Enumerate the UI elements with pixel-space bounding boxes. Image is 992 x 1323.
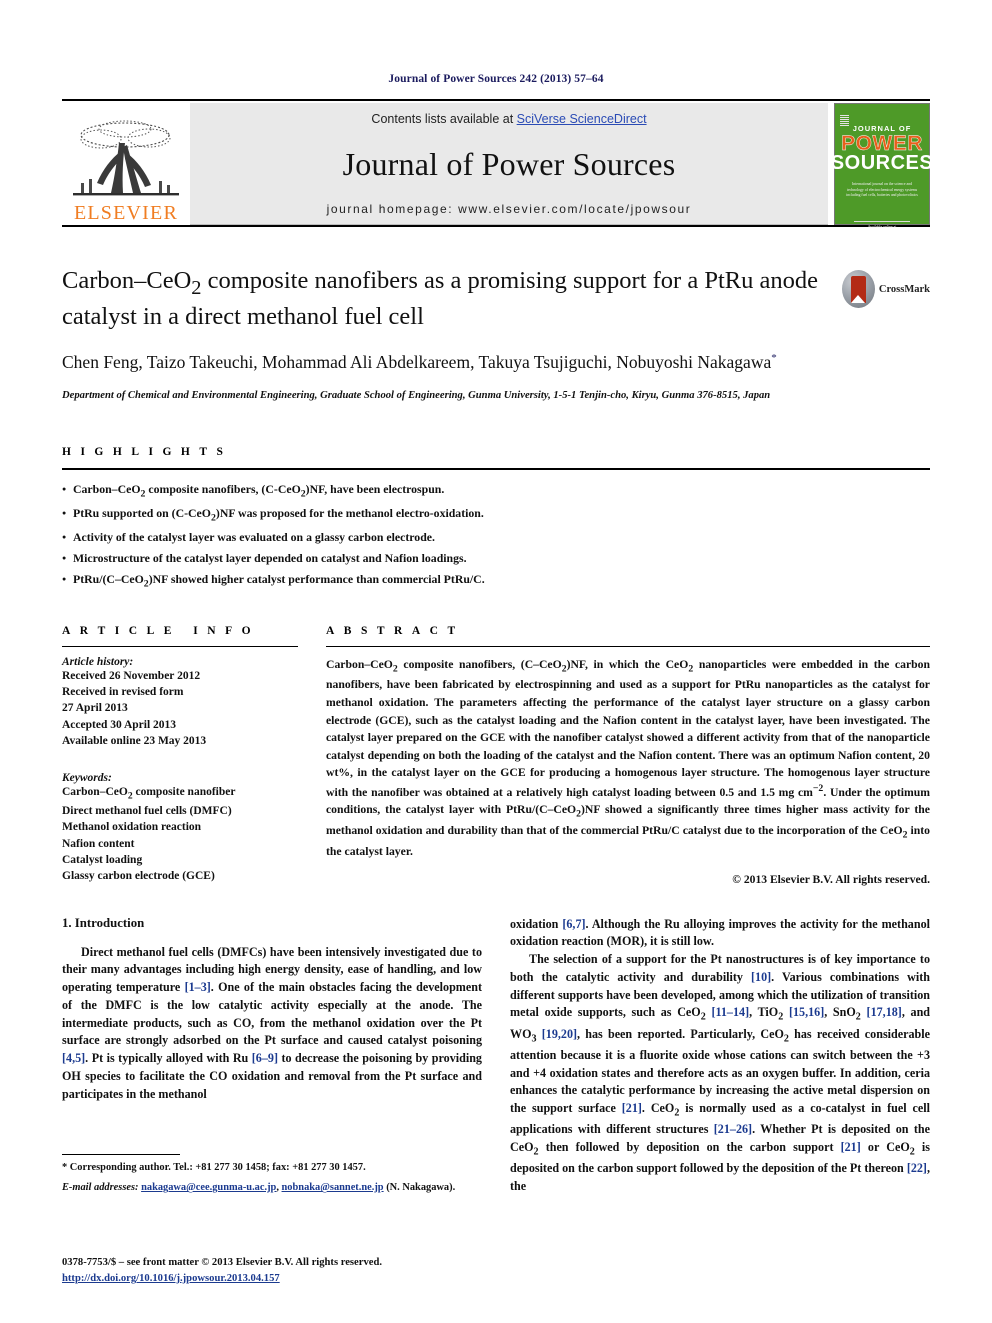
history-line: 27 April 2013: [62, 702, 128, 715]
contents-prefix: Contents lists available at: [371, 112, 517, 126]
info-abstract-section: A R T I C L E I N F O Article history: R…: [62, 625, 930, 886]
cover-line-sources: SOURCES: [830, 151, 934, 174]
highlight-text: PtRu supported on (C-CeO2)NF was propose…: [73, 505, 484, 524]
keyword-item: Catalyst loading: [62, 854, 143, 867]
corresponding-author-marker: *: [771, 352, 777, 365]
doi-link[interactable]: http://dx.doi.org/10.1016/j.jpowsour.201…: [62, 1273, 280, 1284]
cover-divider: [854, 221, 910, 222]
highlights-list: Carbon–CeO2 composite nanofibers, (C-CeO…: [62, 479, 930, 593]
abstract-text: Carbon–CeO2 composite nanofibers, (C–CeO…: [326, 657, 931, 859]
footnote-rule: [62, 1153, 180, 1155]
masthead-center: Contents lists available at SciVerse Sci…: [190, 103, 828, 225]
article-history-label: Article history:: [62, 655, 134, 668]
abstract-column: A B S T R A C T Carbon–CeO2 composite na…: [326, 625, 930, 886]
highlight-text: Microstructure of the catalyst layer dep…: [73, 550, 467, 565]
cover-top-line: [881, 110, 882, 114]
email-suffix: (N. Nakagawa).: [386, 1182, 456, 1194]
keywords-label: Keywords:: [62, 772, 112, 785]
keyword-item: Direct methanol fuel cells (DMFC): [62, 805, 232, 818]
corresponding-author-note: * Corresponding author. Tel.: +81 277 30…: [62, 1161, 366, 1173]
history-line: Available online 23 May 2013: [62, 734, 207, 747]
highlight-text: Carbon–CeO2 composite nanofibers, (C-CeO…: [73, 482, 445, 500]
cover-blurb: International journal on the science and…: [846, 181, 918, 198]
sciencedirect-link[interactable]: SciVerse ScienceDirect: [517, 112, 647, 126]
abstract-rule: [326, 645, 930, 647]
abstract-label: A B S T R A C T: [326, 624, 459, 637]
highlight-text: Activity of the catalyst layer was evalu…: [73, 529, 435, 544]
paragraph: Direct methanol fuel cells (DMFCs) have …: [62, 944, 482, 1101]
journal-homepage[interactable]: journal homepage: www.elsevier.com/locat…: [327, 202, 692, 216]
article-history-block: Article history: Received 26 November 20…: [62, 656, 298, 750]
keyword-item: Glassy carbon electrode (GCE): [62, 870, 215, 883]
journal-cover-thumbnail[interactable]: JOURNAL OF POWER SOURCES International j…: [830, 103, 934, 229]
crossmark-label: CrossMark: [878, 283, 930, 295]
highlights-rule: [62, 468, 930, 471]
affiliation: Department of Chemical and Environmental…: [62, 390, 771, 402]
email-label: E-mail addresses:: [62, 1182, 139, 1194]
title-subscript: 2: [191, 276, 202, 299]
contents-list-line: Contents lists available at SciVerse Sci…: [371, 112, 646, 126]
header-rule-top: [62, 99, 930, 101]
elsevier-tree-icon: [67, 117, 185, 203]
list-item: Activity of the catalyst layer was evalu…: [62, 527, 930, 548]
crossmark-badge[interactable]: CrossMark: [842, 269, 930, 309]
history-line: Received in revised form: [62, 685, 184, 698]
journal-masthead: ELSEVIER Contents lists available at Sci…: [62, 103, 934, 229]
section-heading-introduction: 1. Introduction: [62, 915, 145, 930]
elsevier-wordmark: ELSEVIER: [73, 202, 179, 224]
cover-footer-text: Available online at: [867, 225, 897, 229]
list-item: Microstructure of the catalyst layer dep…: [62, 548, 930, 569]
keywords-block: Keywords: Carbon–CeO2 composite nanofibe…: [62, 772, 298, 885]
title-part-1: Carbon–CeO: [62, 267, 192, 294]
header-rule-bottom: [62, 225, 930, 227]
history-line: Accepted 30 April 2013: [62, 718, 177, 731]
history-line: Received 26 November 2012: [62, 669, 201, 682]
issn-line: 0378-7753/$ – see front matter © 2013 El…: [62, 1257, 382, 1269]
list-item: PtRu supported on (C-CeO2)NF was propose…: [62, 503, 930, 527]
highlight-text: PtRu/(C–CeO2)NF showed higher catalyst p…: [73, 571, 485, 590]
list-item: PtRu/(C–CeO2)NF showed higher catalyst p…: [62, 569, 930, 593]
keyword-item: Methanol oxidation reaction: [62, 821, 202, 834]
page-title: Carbon–CeO2 composite nanofibers as a pr…: [62, 265, 834, 333]
page-footer: 0378-7753/$ – see front matter © 2013 El…: [62, 1255, 382, 1287]
keyword-item: Nafion content: [62, 837, 135, 850]
email-link-2[interactable]: nobnaka@sannet.ne.jp: [282, 1182, 384, 1193]
list-item: Carbon–CeO2 composite nanofibers, (C-CeO…: [62, 479, 930, 503]
footnote-block: * Corresponding author. Tel.: +81 277 30…: [62, 1153, 482, 1196]
highlights-section: H I G H L I G H T S Carbon–CeO2 composit…: [62, 446, 930, 593]
elsevier-logo: ELSEVIER: [62, 103, 190, 225]
highlights-label: H I G H L I G H T S: [62, 446, 227, 459]
cover-elsevier-mark-icon: [840, 115, 849, 126]
article-info-rule: [62, 645, 298, 647]
article-info-label: A R T I C L E I N F O: [62, 624, 255, 637]
cover-line-power: POWER: [841, 132, 923, 155]
body-columns: 1. Introduction Direct methanol fuel cel…: [62, 916, 930, 1196]
title-block: Carbon–CeO2 composite nanofibers as a pr…: [62, 265, 930, 404]
body-column-left: 1. Introduction Direct methanol fuel cel…: [62, 916, 482, 1196]
paragraph: The selection of a support for the Pt na…: [510, 952, 931, 1194]
body-column-right: oxidation [6,7]. Although the Ru alloyin…: [510, 916, 930, 1196]
authors-text: Chen Feng, Taizo Takeuchi, Mohammad Ali …: [62, 352, 772, 373]
paragraph: oxidation [6,7]. Although the Ru alloyin…: [510, 916, 930, 949]
crossmark-icon: [842, 270, 875, 308]
copyright-line: © 2013 Elsevier B.V. All rights reserved…: [732, 872, 930, 886]
email-link-1[interactable]: nakagawa@cee.gunma-u.ac.jp: [141, 1182, 276, 1193]
running-head: Journal of Power Sources 242 (2013) 57–6…: [388, 73, 604, 85]
journal-title: Journal of Power Sources: [342, 145, 676, 182]
keyword-item: Carbon–CeO2 composite nanofiber: [62, 786, 236, 802]
author-list: Chen Feng, Taizo Takeuchi, Mohammad Ali …: [62, 350, 834, 375]
paper-page: Journal of Power Sources 242 (2013) 57–6…: [0, 0, 992, 1323]
email-addresses-note: E-mail addresses: nakagawa@cee.gunma-u.a…: [62, 1182, 456, 1194]
article-info-column: A R T I C L E I N F O Article history: R…: [62, 625, 298, 886]
